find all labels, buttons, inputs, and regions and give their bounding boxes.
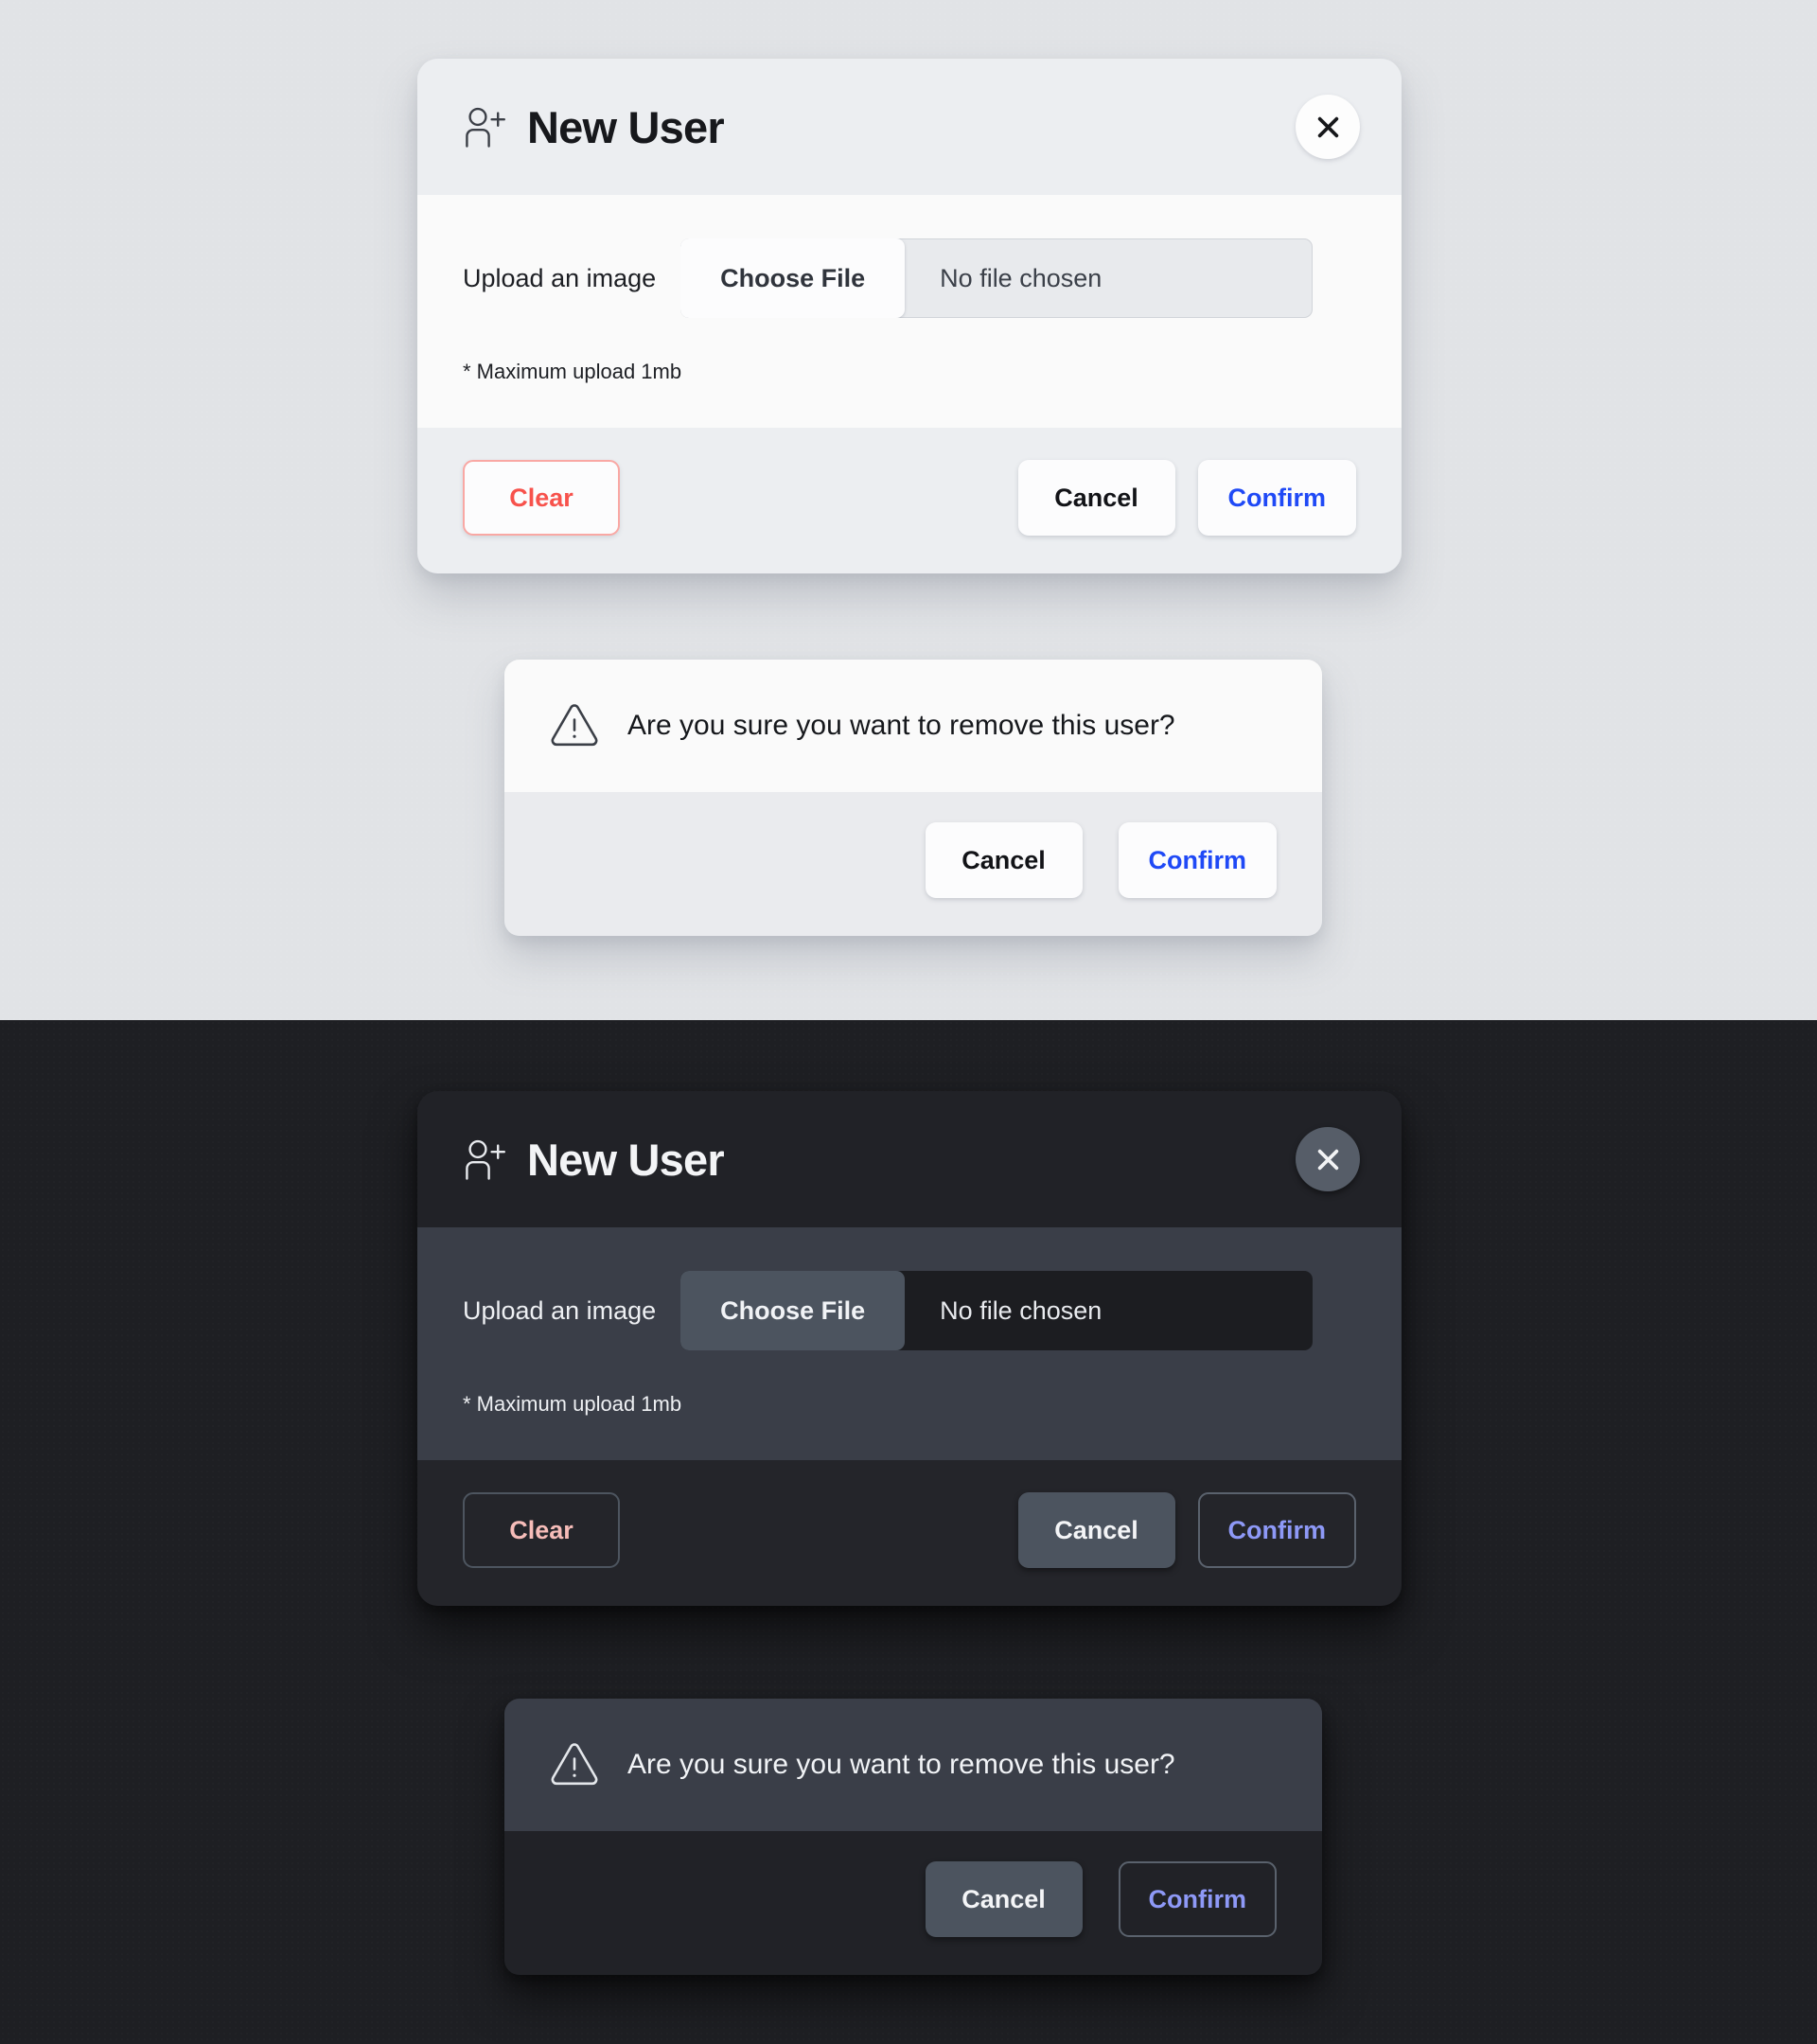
- modal-body: Upload an image Choose File No file chos…: [417, 195, 1402, 428]
- warning-triangle-icon: [551, 704, 598, 747]
- file-input-control[interactable]: Choose File No file chosen: [680, 1271, 1314, 1350]
- modal-footer: Clear Cancel Confirm: [417, 428, 1402, 573]
- remove-user-dialog-light: Are you sure you want to remove this use…: [504, 660, 1322, 936]
- cancel-button[interactable]: Cancel: [1017, 1492, 1175, 1568]
- upload-note: * Maximum upload 1mb: [463, 360, 682, 383]
- page-title: New User: [527, 101, 725, 152]
- upload-label: Upload an image: [463, 263, 657, 292]
- file-status-text: No file chosen: [940, 1295, 1103, 1325]
- close-button[interactable]: [1296, 1127, 1360, 1191]
- dialog-footer: Cancel Confirm: [504, 1831, 1322, 1975]
- confirm-button[interactable]: Confirm: [1197, 1492, 1356, 1568]
- dialog-cancel-button[interactable]: Cancel: [925, 1861, 1083, 1937]
- modal-header: New User: [417, 1091, 1402, 1227]
- dialog-confirm-button[interactable]: Confirm: [1118, 822, 1277, 898]
- close-icon: [1317, 1149, 1338, 1170]
- choose-file-button[interactable]: Choose File: [680, 238, 906, 318]
- cancel-button[interactable]: Cancel: [1017, 460, 1175, 536]
- confirm-button[interactable]: Confirm: [1197, 460, 1356, 536]
- dialog-cancel-button[interactable]: Cancel: [925, 822, 1083, 898]
- modal-header-left: New User: [463, 1134, 725, 1185]
- modal-header: New User: [417, 59, 1402, 195]
- warning-triangle-icon: [551, 1743, 598, 1786]
- user-plus-icon: [466, 1139, 505, 1180]
- dialog-message: Are you sure you want to remove this use…: [627, 1749, 1175, 1780]
- dialog-message: Are you sure you want to remove this use…: [627, 710, 1175, 741]
- page-title: New User: [527, 1134, 725, 1185]
- new-user-modal-dark: New User Upload an image Choose File No …: [417, 1091, 1402, 1606]
- dialog-footer: Cancel Confirm: [504, 792, 1322, 936]
- clear-button[interactable]: Clear: [463, 1492, 620, 1568]
- upload-row: Upload an image Choose File No file chos…: [463, 1271, 1356, 1350]
- dialog-body: Are you sure you want to remove this use…: [504, 660, 1322, 792]
- upload-note: * Maximum upload 1mb: [463, 1392, 682, 1416]
- close-button[interactable]: [1296, 95, 1360, 159]
- upload-label: Upload an image: [463, 1295, 657, 1325]
- dialog-body: Are you sure you want to remove this use…: [504, 1699, 1322, 1831]
- file-input-control[interactable]: Choose File No file chosen: [680, 238, 1314, 318]
- dialog-confirm-button[interactable]: Confirm: [1118, 1861, 1277, 1937]
- close-icon: [1317, 116, 1338, 137]
- modal-body: Upload an image Choose File No file chos…: [417, 1227, 1402, 1460]
- modal-footer: Clear Cancel Confirm: [417, 1460, 1402, 1606]
- choose-file-button[interactable]: Choose File: [680, 1271, 906, 1350]
- new-user-modal-light: New User Upload an image Choose File No …: [417, 59, 1402, 573]
- modal-header-left: New User: [463, 101, 725, 152]
- upload-row: Upload an image Choose File No file chos…: [463, 238, 1356, 318]
- user-plus-icon: [466, 107, 505, 148]
- remove-user-dialog-dark: Are you sure you want to remove this use…: [504, 1699, 1322, 1975]
- file-status-text: No file chosen: [940, 263, 1103, 292]
- clear-button[interactable]: Clear: [463, 460, 620, 536]
